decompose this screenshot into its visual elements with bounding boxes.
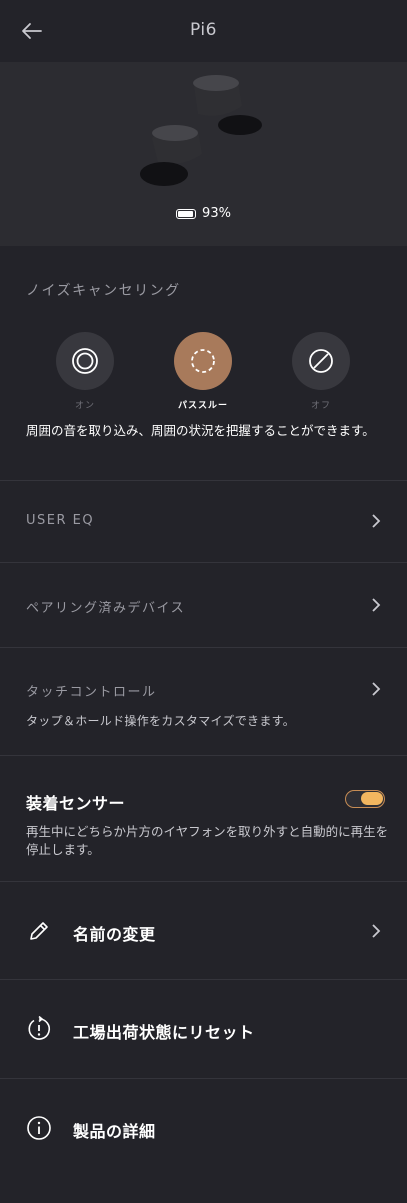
factory-reset-label: 工場出荷状態にリセット [73,1023,255,1042]
chevron-right-icon [372,598,381,612]
anc-on-icon [72,348,98,374]
passthrough-button[interactable] [174,332,232,390]
wear-sensor-toggle[interactable] [345,790,385,808]
reset-icon [28,1016,51,1040]
anc-mode-on[interactable]: オン [55,332,115,411]
anc-off-button[interactable] [292,332,350,390]
rename-label: 名前の変更 [73,925,156,944]
anc-mode-selector: オン パススルー オフ [0,332,407,412]
noise-cancelling-section: ノイズキャンセリング オン パススルー オフ 周囲の音を取り込み、周囲の状況を把… [0,246,407,481]
touch-control-label: タッチコントロール [26,685,157,700]
chevron-right-icon [372,514,381,528]
touch-control-row[interactable]: タッチコントロール タップ＆ホールド操作をカスタマイズできます。 [0,648,407,756]
wear-sensor-row: 装着センサー 再生中にどちらか片方のイヤフォンを取り外すと自動的に再生を停止しま… [0,756,407,882]
user-eq-row[interactable]: USER EQ [0,481,407,563]
product-details-row[interactable]: 製品の詳細 [0,1079,407,1203]
off-slash-icon [309,349,333,373]
anc-mode-passthrough[interactable]: パススルー [173,332,233,411]
battery-percent: 93% [202,206,231,221]
device-hero: 93% [0,62,407,246]
passthrough-icon [191,349,215,373]
product-details-label: 製品の詳細 [73,1122,156,1141]
touch-control-description: タップ＆ホールド操作をカスタマイズできます。 [26,714,296,728]
battery-icon [176,208,197,219]
anc-description: 周囲の音を取り込み、周囲の状況を把握することができます。 [26,423,375,438]
section-label: ノイズキャンセリング [26,283,181,299]
user-eq-label: USER EQ [26,513,95,528]
wear-sensor-title: 装着センサー [26,794,126,813]
mode-label: パススルー [177,401,228,411]
app-header: Pi6 [0,0,407,62]
toggle-knob [361,792,383,805]
pencil-icon [30,922,48,940]
chevron-right-icon [372,682,381,696]
paired-devices-label: ペアリング済みデバイス [26,601,186,616]
earbuds-image [140,75,262,186]
paired-devices-row[interactable]: ペアリング済みデバイス [0,563,407,648]
page-title: Pi6 [190,20,217,40]
anc-on-button[interactable] [56,332,114,390]
info-icon [27,1116,51,1140]
wear-sensor-description: 再生中にどちらか片方のイヤフォンを取り外すと自動的に再生を停止します。 [26,824,389,857]
mode-label: オフ [310,401,331,411]
anc-mode-off[interactable]: オフ [291,332,351,411]
mode-label: オン [74,401,95,411]
factory-reset-row[interactable]: 工場出荷状態にリセット [0,980,407,1079]
battery-status: 93% [0,206,407,221]
rename-row[interactable]: 名前の変更 [0,882,407,980]
chevron-right-icon [372,924,381,938]
